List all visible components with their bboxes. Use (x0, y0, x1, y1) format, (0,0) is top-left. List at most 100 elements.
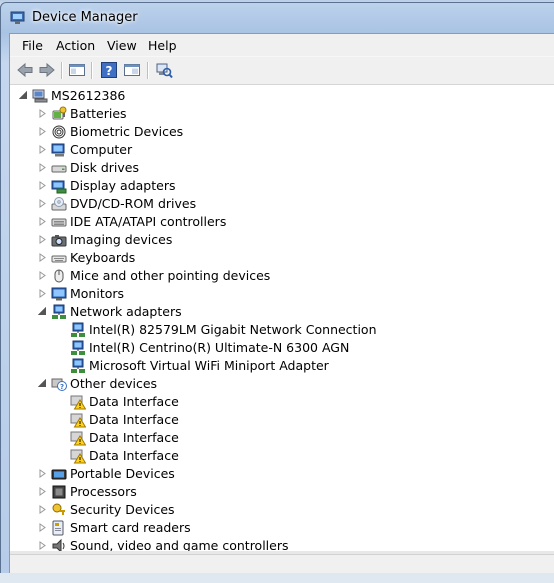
device-manager-app-icon (10, 11, 25, 24)
device-node[interactable]: Intel(R) Centrino(R) Ultimate-N 6300 AGN (10, 339, 554, 357)
device-node[interactable]: Intel(R) 82579LM Gigabit Network Connect… (10, 321, 554, 339)
device-category-node[interactable]: Disk drives (10, 159, 554, 177)
unknown-device-icon: ? (51, 378, 67, 391)
device-category-node[interactable]: Computer (10, 141, 554, 159)
menu-view[interactable]: View (107, 38, 137, 53)
collapsed-arrow-icon[interactable] (38, 181, 47, 190)
node-label: Disk drives (70, 160, 139, 175)
menu-bar: File Action View Help (10, 34, 554, 57)
dvd-drive-icon (51, 197, 67, 211)
node-label: Processors (70, 484, 137, 499)
expanded-arrow-icon[interactable] (38, 307, 47, 316)
collapsed-arrow-icon[interactable] (38, 505, 47, 514)
desktop-background-bottom (0, 573, 554, 583)
ide-controller-icon (51, 218, 67, 227)
node-label: Intel(R) 82579LM Gigabit Network Connect… (89, 322, 377, 337)
collapsed-arrow-icon[interactable] (38, 109, 47, 118)
show-hide-console-tree-icon[interactable] (68, 61, 86, 79)
menu-action[interactable]: Action (56, 38, 95, 53)
collapsed-arrow-icon[interactable] (38, 235, 47, 244)
smart-card-icon (52, 520, 64, 536)
fingerprint-icon (52, 125, 66, 139)
forward-arrow-icon[interactable] (38, 61, 56, 79)
display-adapter-icon (51, 180, 67, 194)
node-label: Biometric Devices (70, 124, 184, 139)
collapsed-arrow-icon[interactable] (38, 523, 47, 532)
node-label: Smart card readers (70, 520, 191, 535)
device-category-node[interactable]: Portable Devices (10, 465, 554, 483)
node-label: Imaging devices (70, 232, 173, 247)
device-category-node[interactable]: Smart card readers (10, 519, 554, 537)
back-arrow-icon[interactable] (16, 61, 34, 79)
node-label: IDE ATA/ATAPI controllers (70, 214, 227, 229)
help-icon[interactable]: ? (100, 61, 118, 79)
expanded-arrow-icon[interactable] (19, 91, 28, 100)
node-label: Sound, video and game controllers (70, 538, 289, 551)
collapsed-arrow-icon[interactable] (38, 217, 47, 226)
battery-icon (52, 106, 67, 120)
node-label: Data Interface (89, 430, 179, 445)
node-label: Display adapters (70, 178, 176, 193)
node-label: MS2612386 (51, 88, 126, 103)
collapsed-arrow-icon[interactable] (38, 469, 47, 478)
network-adapter-icon (71, 340, 85, 355)
processor-icon (52, 485, 66, 499)
node-label: Data Interface (89, 394, 179, 409)
warning-device-icon (70, 413, 86, 428)
node-label: Data Interface (89, 412, 179, 427)
security-key-icon (52, 503, 65, 515)
node-label: Keyboards (70, 250, 136, 265)
device-category-node[interactable]: IDE ATA/ATAPI controllers (10, 213, 554, 231)
device-tree: MS2612386 Batteries Biometric Devices Compu… (10, 85, 554, 551)
scan-hardware-changes-icon[interactable] (155, 61, 173, 79)
monitor-icon (51, 287, 67, 301)
device-node[interactable]: Data Interface (10, 429, 554, 447)
device-category-node[interactable]: Display adapters (10, 177, 554, 195)
device-node[interactable]: Data Interface (10, 393, 554, 411)
device-category-node[interactable]: Biometric Devices (10, 123, 554, 141)
menu-file[interactable]: File (22, 38, 43, 53)
device-category-node[interactable]: Processors (10, 483, 554, 501)
collapsed-arrow-icon[interactable] (38, 163, 47, 172)
device-category-node[interactable]: Batteries (10, 105, 554, 123)
tree-root-node[interactable]: MS2612386 (10, 87, 554, 105)
device-manager-window: Device Manager File Action View Help ? M… (0, 2, 554, 583)
device-category-node[interactable]: DVD/CD-ROM drives (10, 195, 554, 213)
collapsed-arrow-icon[interactable] (38, 127, 47, 136)
toolbar: ? (10, 57, 554, 85)
network-adapter-icon (52, 304, 66, 319)
device-category-node[interactable]: Sound, video and game controllers (10, 537, 554, 551)
node-label: Portable Devices (70, 466, 175, 481)
device-category-node[interactable]: Mice and other pointing devices (10, 267, 554, 285)
collapsed-arrow-icon[interactable] (38, 271, 47, 280)
collapsed-arrow-icon[interactable] (38, 541, 47, 550)
menu-help[interactable]: Help (148, 38, 177, 53)
collapsed-arrow-icon[interactable] (38, 145, 47, 154)
collapsed-arrow-icon[interactable] (38, 199, 47, 208)
toolbar-separator (61, 62, 63, 79)
device-category-node[interactable]: Network adapters (10, 303, 554, 321)
collapsed-arrow-icon[interactable] (38, 289, 47, 298)
properties-pane-icon[interactable] (123, 61, 141, 79)
node-label: Computer (70, 142, 133, 157)
device-category-node[interactable]: Monitors (10, 285, 554, 303)
warning-device-icon (70, 431, 86, 446)
node-label: Data Interface (89, 448, 179, 463)
device-node[interactable]: Data Interface (10, 447, 554, 465)
camera-icon (51, 235, 67, 247)
device-node[interactable]: Microsoft Virtual WiFi Miniport Adapter (10, 357, 554, 375)
device-category-node[interactable]: Imaging devices (10, 231, 554, 249)
collapsed-arrow-icon[interactable] (38, 487, 47, 496)
device-node[interactable]: Data Interface (10, 411, 554, 429)
node-label: Monitors (70, 286, 125, 301)
device-category-node[interactable]: Security Devices (10, 501, 554, 519)
device-category-node[interactable]: ? Other devices (10, 375, 554, 393)
expanded-arrow-icon[interactable] (38, 379, 47, 388)
device-category-node[interactable]: Keyboards (10, 249, 554, 267)
title-bar[interactable]: Device Manager (1, 3, 554, 33)
client-area: File Action View Help ? MS2612386 Batter… (9, 33, 554, 575)
portable-device-icon (51, 469, 67, 480)
warning-device-icon (70, 395, 86, 410)
collapsed-arrow-icon[interactable] (38, 253, 47, 262)
svg-text:?: ? (60, 383, 64, 391)
